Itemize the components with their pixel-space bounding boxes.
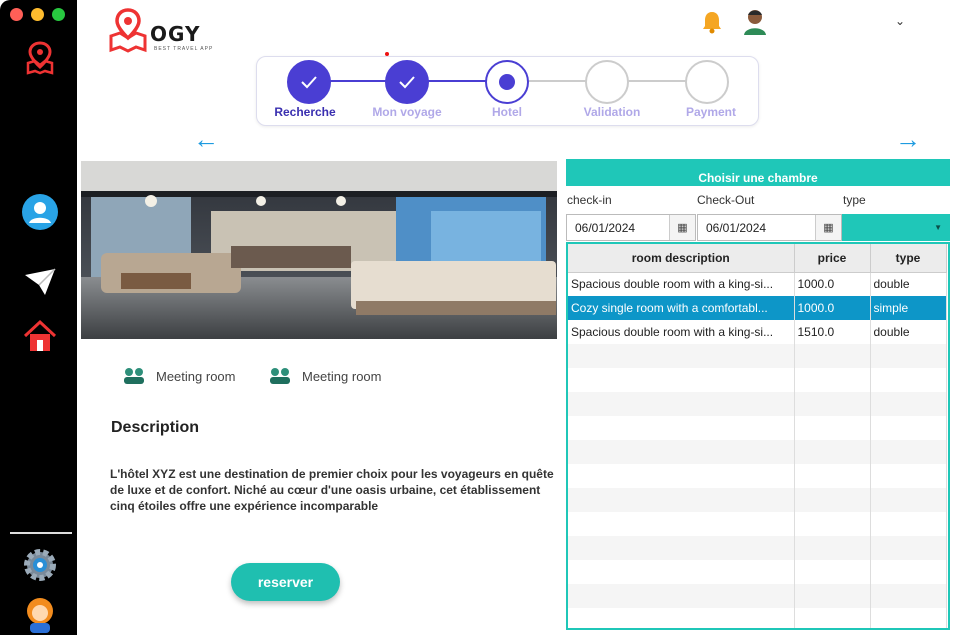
checkout-value[interactable]: 06/01/2024 <box>698 221 815 235</box>
amenity-item: Meeting room <box>268 366 381 386</box>
amenity-label: Meeting room <box>302 368 382 384</box>
table-row-selected[interactable]: Cozy single room with a comfortabl... 10… <box>568 296 947 320</box>
checkin-label: check-in <box>567 193 612 207</box>
empty-row <box>568 536 947 560</box>
bell-icon[interactable] <box>698 8 726 36</box>
step-recherche[interactable] <box>287 60 331 104</box>
meeting-room-icon <box>270 368 290 384</box>
logo-subtitle: BEST TRAVEL APP <box>154 46 214 52</box>
app-logo: OGY BEST TRAVEL APP <box>108 8 218 56</box>
step-payment[interactable] <box>685 60 729 104</box>
room-description-cell[interactable]: Spacious double room with a king-si... <box>568 272 795 296</box>
step-connector <box>627 80 687 82</box>
step-label-mon-voyage: Mon voyage <box>372 105 442 119</box>
empty-row <box>568 488 947 512</box>
table-row[interactable]: Spacious double room with a king-si... 1… <box>568 272 947 296</box>
step-connector <box>327 80 387 82</box>
checkin-date-field[interactable]: 06/01/2024 ▦ <box>566 214 696 241</box>
sidebar <box>0 0 77 635</box>
calendar-icon[interactable]: ▦ <box>815 215 841 240</box>
support-icon[interactable] <box>20 594 60 634</box>
checkout-date-field[interactable]: 06/01/2024 ▦ <box>697 214 842 241</box>
hotel-photo <box>81 161 557 339</box>
column-header-type[interactable]: type <box>870 244 947 273</box>
empty-row <box>568 440 947 464</box>
dropdown-arrow-icon: ▼ <box>934 223 942 232</box>
room-description-cell[interactable]: Spacious double room with a king-si... <box>568 320 795 344</box>
column-header-description[interactable]: room description <box>568 244 795 273</box>
step-label-payment: Payment <box>685 105 737 119</box>
profile-icon[interactable] <box>741 8 769 36</box>
logo-text: OGY <box>150 22 201 46</box>
meeting-room-icon <box>124 368 144 384</box>
current-step-indicator <box>499 74 515 90</box>
checkin-value[interactable]: 06/01/2024 <box>567 221 669 235</box>
room-type-cell[interactable]: double <box>870 272 947 296</box>
send-icon[interactable] <box>20 262 60 302</box>
step-connector <box>527 80 587 82</box>
choose-room-header: Choisir une chambre <box>566 159 950 186</box>
map-logo-icon[interactable] <box>20 38 60 78</box>
empty-row <box>568 584 947 608</box>
column-header-price[interactable]: price <box>794 244 871 273</box>
app-window: OGY BEST TRAVEL APP ⌄ Recherche Mon voya… <box>0 0 959 635</box>
rooms-table: room description price type Spacious dou… <box>566 242 950 630</box>
amenity-item: Meeting room <box>122 366 235 386</box>
step-label-hotel: Hotel <box>492 105 522 119</box>
window-controls <box>10 8 65 21</box>
amenity-label: Meeting room <box>156 368 236 384</box>
empty-row <box>568 368 947 392</box>
room-price-cell[interactable]: 1510.0 <box>794 320 871 344</box>
step-validation[interactable] <box>585 60 629 104</box>
room-type-cell[interactable]: simple <box>870 296 947 320</box>
empty-row <box>568 464 947 488</box>
check-icon <box>301 76 317 89</box>
step-label-recherche: Recherche <box>274 105 336 119</box>
step-mon-voyage[interactable] <box>385 60 429 104</box>
empty-row <box>568 608 947 628</box>
reserve-button[interactable]: reserver <box>231 563 340 601</box>
sidebar-divider <box>10 532 72 534</box>
room-type-cell[interactable]: double <box>870 320 947 344</box>
user-icon[interactable] <box>20 192 60 232</box>
room-price-cell[interactable]: 1000.0 <box>794 296 871 320</box>
empty-row <box>568 392 947 416</box>
empty-row <box>568 344 947 368</box>
chevron-down-icon[interactable]: ⌄ <box>895 14 905 28</box>
calendar-icon[interactable]: ▦ <box>669 215 695 240</box>
check-icon <box>399 76 415 89</box>
room-description-cell[interactable]: Cozy single room with a comfortabl... <box>568 296 795 320</box>
room-price-cell[interactable]: 1000.0 <box>794 272 871 296</box>
empty-row <box>568 512 947 536</box>
description-text: L'hôtel XYZ est une destination de premi… <box>110 467 554 513</box>
settings-icon[interactable] <box>20 545 60 585</box>
previous-arrow-icon[interactable]: ← <box>193 124 219 155</box>
step-label-validation: Validation <box>583 105 641 119</box>
close-window-button[interactable] <box>10 8 23 21</box>
next-arrow-icon[interactable]: → <box>895 124 921 155</box>
booking-stepper: Recherche Mon voyage Hotel Validation Pa… <box>256 56 759 126</box>
step-connector <box>427 80 487 82</box>
maximize-window-button[interactable] <box>52 8 65 21</box>
step-hotel[interactable] <box>485 60 529 104</box>
description-title: Description <box>111 419 200 436</box>
table-row[interactable]: Spacious double room with a king-si... 1… <box>568 320 947 344</box>
empty-row <box>568 560 947 584</box>
type-label: type <box>843 193 866 207</box>
checkout-label: Check-Out <box>697 193 755 207</box>
minimize-window-button[interactable] <box>31 8 44 21</box>
empty-row <box>568 416 947 440</box>
home-icon[interactable] <box>20 316 60 356</box>
type-select[interactable]: ▼ <box>842 214 950 241</box>
